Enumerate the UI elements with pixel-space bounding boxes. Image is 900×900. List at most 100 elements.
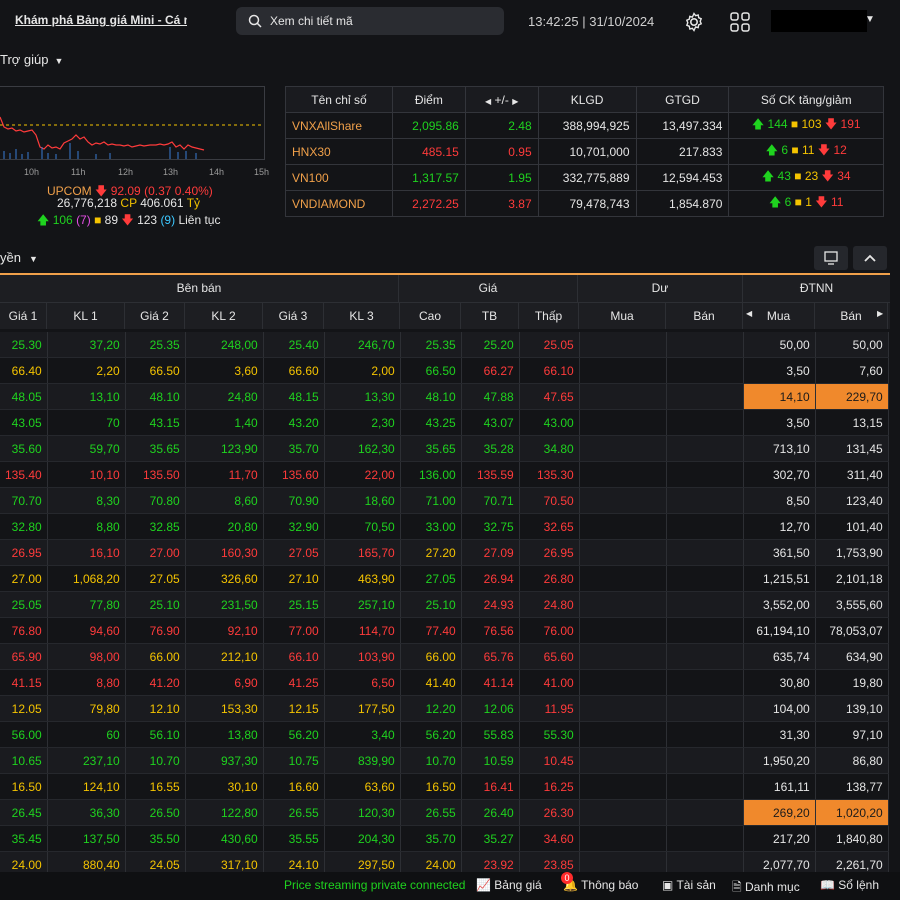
- breadth-ref: 1: [805, 195, 812, 209]
- sub-header-vol2: KL 2: [185, 303, 263, 329]
- breadth-up: 6: [784, 195, 792, 209]
- bid-vol2-cell: 231,50: [185, 591, 264, 618]
- bid-price1-cell: 66.40: [0, 357, 48, 384]
- low-cell: 135.30: [519, 461, 580, 488]
- table-row[interactable]: 35.60 59,70 35.65 123,90 35.70 162,30 35.65 35.…: [0, 435, 889, 462]
- bid-price1-cell: 32.80: [0, 513, 48, 540]
- bid-price2-cell: 32.85: [125, 513, 186, 540]
- bid-vol3-cell: 246,70: [324, 332, 401, 358]
- table-row[interactable]: 16.50 124,10 16.55 30,10 16.60 63,60 16.50 16.4…: [0, 773, 889, 800]
- bid-vol1-cell: 79,80: [47, 695, 126, 722]
- table-row[interactable]: 10.65 237,10 10.70 937,30 10.75 839,90 10.70 10…: [0, 747, 889, 774]
- table-row[interactable]: 48.05 13,10 48.10 24,80 48.15 13,30 48.10 47.88…: [0, 383, 889, 410]
- caret-right-icon[interactable]: ▶: [512, 97, 518, 106]
- table-row[interactable]: 43.05 70 43.15 1,40 43.20 2,30 43.25 43.07 43.00…: [0, 409, 889, 436]
- sub-header-residual-buy: Mua: [579, 303, 666, 329]
- table-row[interactable]: 35.45 137,50 35.50 430,60 35.55 204,30 35.70 35…: [0, 825, 889, 852]
- avg-cell: 43.07: [461, 409, 520, 436]
- square-icon: ■: [794, 169, 802, 183]
- bid-price2-cell: 35.50: [125, 825, 186, 852]
- table-row[interactable]: 12.05 79,80 12.10 153,30 12.15 177,50 12.20 12.…: [0, 695, 889, 722]
- wallet-icon: ▣: [662, 878, 674, 892]
- bid-price3-cell: 25.40: [263, 332, 325, 358]
- list-filter-dropdown[interactable]: yền ▼: [0, 250, 38, 265]
- bid-vol3-cell: 103,90: [324, 643, 401, 670]
- table-row[interactable]: 27.00 1,068,20 27.05 326,60 27.10 463,90 27.05…: [0, 565, 889, 592]
- high-cell: 48.10: [400, 383, 462, 410]
- search-box[interactable]: Xem chi tiết mã: [236, 7, 504, 35]
- table-row[interactable]: 56.00 60 56.10 13,80 56.20 3,40 56.20 55.83 55.3…: [0, 721, 889, 748]
- table-row[interactable]: 26.95 16,10 27.00 160,30 27.05 165,70 27.20 27.…: [0, 539, 889, 566]
- chevron-down-icon[interactable]: ▼: [865, 14, 875, 25]
- bid-vol3-cell: 22,00: [324, 461, 401, 488]
- bid-price1-cell: 25.30: [0, 332, 48, 358]
- foreign-buy-cell: 104,00: [743, 695, 816, 722]
- bid-vol1-cell: 13,10: [47, 383, 126, 410]
- help-menu-label: Trợ giúp: [0, 52, 49, 67]
- breadth-down: 34: [837, 169, 851, 183]
- table-row[interactable]: 76.80 94,60 76.90 92,10 77.00 114,70 77.40 76.5…: [0, 617, 889, 644]
- col-header-change[interactable]: ◀ +/- ▶: [464, 86, 539, 113]
- table-row[interactable]: 41.15 8,80 41.20 6,90 41.25 6,50 41.40 41.14 41.…: [0, 669, 889, 696]
- bid-vol3-cell: 2,00: [324, 357, 401, 384]
- price-board-tab[interactable]: 📈 Bảng giá: [476, 878, 542, 892]
- gear-icon[interactable]: [683, 11, 705, 33]
- order-book-tab[interactable]: 📖 Sổ lệnh: [820, 878, 879, 892]
- index-row[interactable]: VNDIAMOND 2,272.25 3.87 79,478,743 1,854.870…: [285, 190, 884, 217]
- monitor-button[interactable]: [814, 246, 848, 270]
- avg-cell: 10.59: [461, 747, 520, 774]
- unit-label: Tỷ: [186, 196, 201, 210]
- search-input[interactable]: Xem chi tiết mã: [270, 14, 353, 28]
- residual-sell-cell: [666, 721, 744, 748]
- avg-cell: 55.83: [461, 721, 520, 748]
- residual-sell-cell: [666, 435, 744, 462]
- user-account-box[interactable]: [771, 10, 867, 32]
- table-row[interactable]: 66.40 2,20 66.50 3,60 66.60 2,00 66.50 66.27 66.…: [0, 357, 889, 384]
- low-cell: 24.80: [519, 591, 580, 618]
- bid-vol3-cell: 2,30: [324, 409, 401, 436]
- apps-grid-icon[interactable]: [729, 11, 751, 33]
- continuous-label: Liên tục: [178, 213, 221, 227]
- bid-vol3-cell: 839,90: [324, 747, 401, 774]
- caret-left-icon[interactable]: ◀: [485, 97, 491, 106]
- page-title-link[interactable]: Khám phá Bảng giá Mini - Cá nhân: [15, 13, 187, 27]
- table-row[interactable]: 26.45 36,30 26.50 122,80 26.55 120,30 26.55 26.…: [0, 799, 889, 826]
- table-row[interactable]: 70.70 8,30 70.80 8,60 70.90 18,60 71.00 70.71 70…: [0, 487, 889, 514]
- help-menu[interactable]: Trợ giúp ▼: [0, 52, 63, 67]
- bid-vol2-cell: 20,80: [185, 513, 264, 540]
- sub-header-high: Cao: [400, 303, 461, 329]
- x-tick-label: 15h: [254, 167, 270, 177]
- watchlist-tab[interactable]: 🗎 Danh mục: [732, 878, 800, 899]
- square-icon: ■: [794, 195, 802, 209]
- high-cell: 41.40: [400, 669, 462, 696]
- residual-buy-cell: [579, 747, 667, 774]
- foreign-buy-cell: 361,50: [743, 539, 816, 566]
- caret-left-icon[interactable]: ◀: [746, 309, 752, 318]
- breadth-up: 106: [52, 213, 73, 227]
- residual-buy-cell: [579, 357, 667, 384]
- foreign-sell-cell: 1,840,80: [815, 825, 889, 852]
- bid-vol1-cell: 124,10: [47, 773, 126, 800]
- breadth-ref: 103: [801, 117, 822, 131]
- table-row[interactable]: 25.05 77,80 25.10 231,50 25.15 257,10 25.10 24.…: [0, 591, 889, 618]
- collapse-button[interactable]: [853, 246, 887, 270]
- index-row[interactable]: VN100 1,317.57 1.95 332,775,889 12,594.453 🡅 …: [285, 164, 884, 191]
- index-row[interactable]: HNX30 485.15 0.95 10,701,000 217.833 🡅 6 ■ 11…: [285, 138, 884, 165]
- bid-price1-cell: 41.15: [0, 669, 48, 696]
- table-row[interactable]: 25.30 37,20 25.35 248,00 25.40 246,70 25.35 25.…: [0, 332, 889, 358]
- breadth-ref: 23: [804, 169, 819, 183]
- notifications-tab[interactable]: 🔔 Thông báo: [563, 878, 638, 892]
- bid-price1-cell: 25.05: [0, 591, 48, 618]
- bid-price1-cell: 48.05: [0, 383, 48, 410]
- bid-price2-cell: 76.90: [125, 617, 186, 644]
- bid-vol2-cell: 1,40: [185, 409, 264, 436]
- caret-right-icon[interactable]: ▶: [877, 309, 883, 318]
- bid-price2-cell: 25.35: [125, 332, 186, 358]
- index-breadth-cell: 🡅 144 ■ 103 🡇 191: [728, 112, 884, 139]
- table-row[interactable]: 32.80 8,80 32.85 20,80 32.90 70,50 33.00 32.75 3…: [0, 513, 889, 540]
- watchlist-label: Danh mục: [745, 880, 800, 894]
- index-row[interactable]: VNXAllShare 2,095.86 2.48 388,994,925 13,497…: [285, 112, 884, 139]
- assets-tab[interactable]: ▣ Tài sản: [662, 878, 716, 892]
- table-row[interactable]: 65.90 98,00 66.00 212,10 66.10 103,90 66.00 65.…: [0, 643, 889, 670]
- table-row[interactable]: 135.40 10,10 135.50 11,70 135.60 22,00 136.00 1…: [0, 461, 889, 488]
